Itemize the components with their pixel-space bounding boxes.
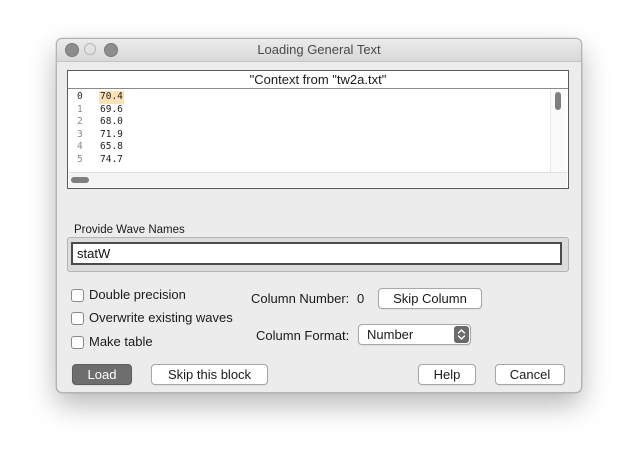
double-precision-label[interactable]: Double precision xyxy=(89,287,186,302)
window-title: Loading General Text xyxy=(257,42,381,57)
title-bar[interactable]: Loading General Text xyxy=(57,39,581,62)
wave-name-input[interactable] xyxy=(71,242,562,265)
horizontal-scrollbar[interactable] xyxy=(69,172,567,187)
column-number-label: Column Number: xyxy=(251,291,350,306)
context-row[interactable]: 4 65.8 xyxy=(68,141,552,154)
row-value: 65.8 xyxy=(100,141,123,153)
row-index: 2 xyxy=(77,116,83,128)
vertical-scrollbar[interactable] xyxy=(550,90,565,172)
loading-general-text-dialog: Loading General Text "Context from "tw2a… xyxy=(56,38,582,393)
context-rows: 0 70.4 1 69.6 2 68.0 3 71.9 4 65.8 5 74.… xyxy=(68,91,552,171)
chevron-up-down-icon xyxy=(454,326,469,343)
skip-column-button[interactable]: Skip Column xyxy=(378,288,482,309)
row-index: 0 xyxy=(77,91,83,102)
wave-names-group xyxy=(67,237,569,272)
load-button[interactable]: Load xyxy=(72,364,132,385)
row-index: 4 xyxy=(77,141,83,153)
context-row[interactable]: 2 68.0 xyxy=(68,116,552,129)
column-format-value: Number xyxy=(367,327,414,342)
overwrite-waves-checkbox[interactable] xyxy=(71,312,84,325)
row-index: 1 xyxy=(77,103,83,115)
skip-block-button[interactable]: Skip this block xyxy=(151,364,268,385)
vertical-scroll-thumb[interactable] xyxy=(555,92,561,110)
make-table-checkbox[interactable] xyxy=(71,336,84,349)
make-table-label[interactable]: Make table xyxy=(89,334,153,349)
row-value: 69.6 xyxy=(100,103,123,115)
help-button[interactable]: Help xyxy=(418,364,476,385)
column-number-value: 0 xyxy=(357,291,365,306)
context-row[interactable]: 5 74.7 xyxy=(68,154,552,167)
row-index: 5 xyxy=(77,153,83,165)
column-format-select[interactable]: Number xyxy=(358,324,471,345)
row-value: 71.9 xyxy=(100,128,123,140)
context-row[interactable]: 1 69.6 xyxy=(68,104,552,117)
column-format-label: Column Format: xyxy=(256,328,350,343)
wave-names-label: Provide Wave Names xyxy=(74,224,185,236)
cancel-button[interactable]: Cancel xyxy=(495,364,565,385)
row-value: 70.4 xyxy=(99,91,124,104)
row-value: 74.7 xyxy=(100,153,123,165)
context-row[interactable]: 0 70.4 xyxy=(68,91,552,104)
file-context-preview: "Context from "tw2a.txt" 0 70.4 1 69.6 2… xyxy=(67,70,569,189)
overwrite-waves-label[interactable]: Overwrite existing waves xyxy=(89,310,233,325)
context-header: "Context from "tw2a.txt" xyxy=(68,71,568,89)
row-index: 3 xyxy=(77,128,83,140)
double-precision-checkbox[interactable] xyxy=(71,289,84,302)
context-row[interactable]: 3 71.9 xyxy=(68,129,552,142)
horizontal-scroll-thumb[interactable] xyxy=(71,177,89,183)
row-value: 68.0 xyxy=(100,116,123,128)
